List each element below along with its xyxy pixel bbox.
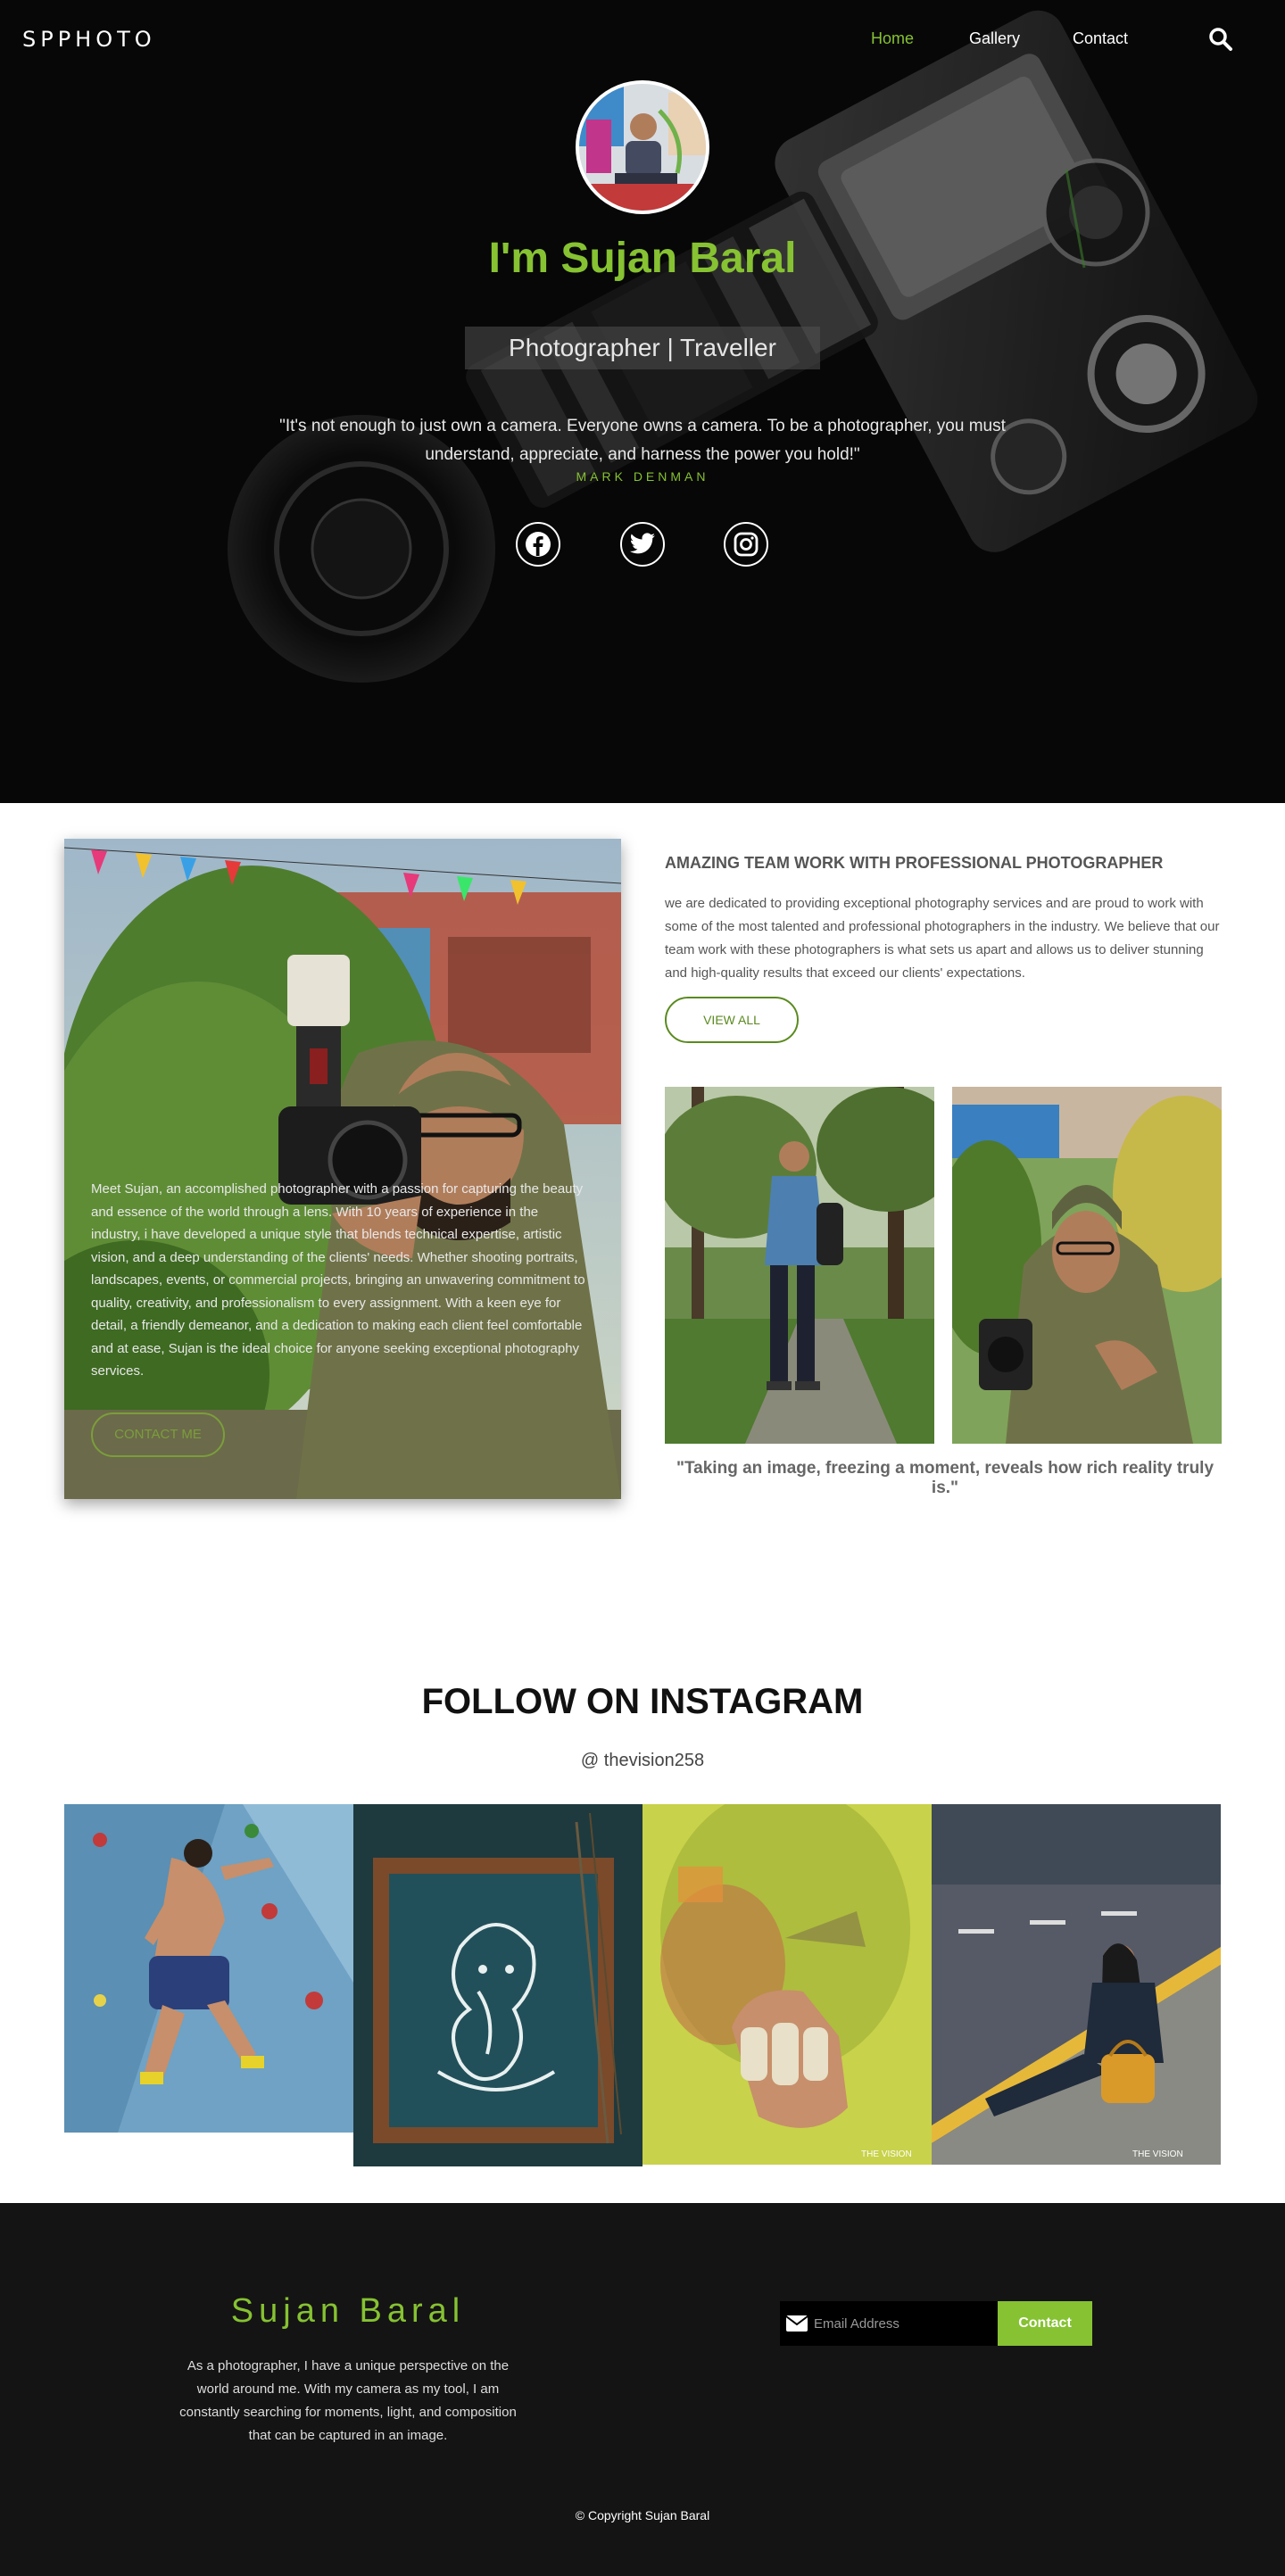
about-description: Meet Sujan, an accomplished photographer… <box>91 1181 585 1379</box>
email-subscribe-form <box>780 2301 998 2346</box>
instagram-title: FOLLOW ON INSTAGRAM <box>421 1682 864 1721</box>
team-heading: AMAZING TEAM WORK WITH PROFESSIONAL PHOT… <box>665 854 1164 872</box>
email-input[interactable] <box>814 2301 992 2346</box>
nav-link-home[interactable]: Home <box>871 29 914 48</box>
copyright-text: © Copyright Sujan Baral <box>575 2508 710 2522</box>
footer-contact-button[interactable]: Contact <box>998 2301 1092 2346</box>
profile-avatar <box>576 80 709 214</box>
footer-paragraph: As a photographer, I have a unique persp… <box>179 2358 517 2443</box>
hero-section: SPPHOTO Home Gallery Contact I'm Sujan B… <box>0 0 1285 803</box>
envelope-icon <box>785 2315 808 2332</box>
instagram-photo-ganesha[interactable] <box>353 1804 642 2166</box>
contact-me-button[interactable]: CONTACT ME <box>91 1412 225 1457</box>
footer-name: Sujan Baral <box>230 2292 466 2330</box>
instagram-handle[interactable]: @ thevision258 <box>0 1751 1285 1771</box>
team-paragraph: we are dedicated to providing exceptiona… <box>665 896 1220 981</box>
facebook-icon[interactable] <box>516 522 560 567</box>
instagram-photo-climbing[interactable] <box>64 1804 353 2133</box>
gallery-photo-forest <box>665 1087 934 1444</box>
twitter-icon[interactable] <box>620 522 665 567</box>
instagram-icon[interactable] <box>724 522 768 567</box>
gallery-photo-hoodie <box>952 1087 1222 1444</box>
quote-author: MARK DENMAN <box>576 469 709 484</box>
instagram-photo-woman[interactable]: THE VISION <box>932 1804 1221 2165</box>
hero-tagline: Photographer | Traveller <box>465 327 820 369</box>
hero-quote: "It's not enough to just own a camera. E… <box>279 417 1006 464</box>
about-photographer-image: Meet Sujan, an accomplished photographer… <box>64 839 621 1499</box>
top-navbar: SPPHOTO Home Gallery Contact <box>0 0 1285 79</box>
watermark-text: THE VISION <box>861 2149 912 2159</box>
nav-link-gallery[interactable]: Gallery <box>969 29 1020 48</box>
site-logo[interactable]: SPPHOTO <box>22 27 156 52</box>
watermark-text: THE VISION <box>1132 2149 1183 2159</box>
nav-link-contact[interactable]: Contact <box>1073 29 1128 48</box>
hero-title: I'm Sujan Baral <box>488 235 797 282</box>
search-icon[interactable] <box>1208 27 1233 52</box>
site-footer: Sujan Baral As a photographer, I have a … <box>0 2203 1285 2576</box>
view-all-button[interactable]: VIEW ALL <box>665 997 799 1043</box>
instagram-photo-hand[interactable]: THE VISION <box>642 1804 932 2165</box>
photography-quote: "Taking an image, freezing a moment, rev… <box>676 1459 1215 1497</box>
